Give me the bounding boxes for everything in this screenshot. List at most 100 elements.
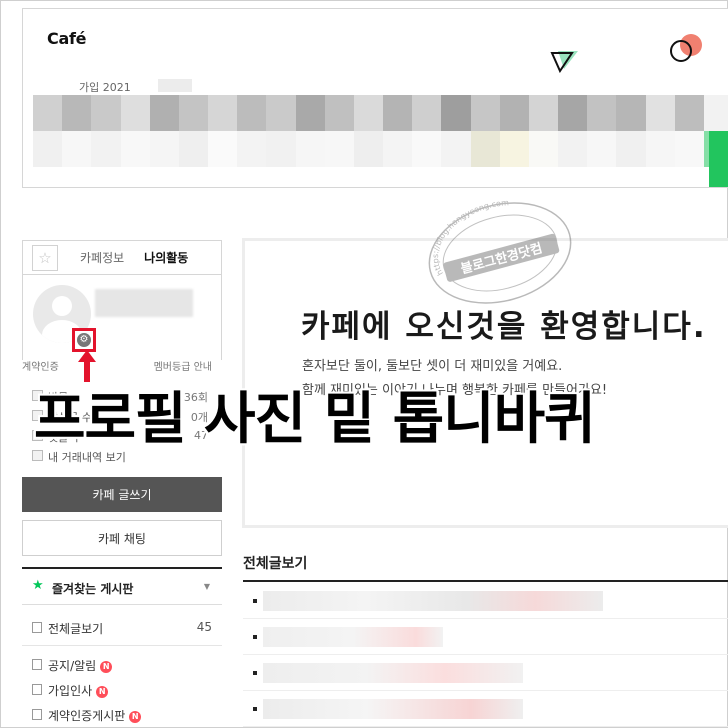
mosaic-cell — [674, 95, 704, 131]
mosaic-cell — [499, 131, 529, 167]
sidebar-tabs: ☆ 카페정보 나의활동 — [22, 240, 222, 275]
arrow-up-icon — [78, 350, 96, 382]
mosaic-cell — [178, 95, 209, 131]
mosaic-cell — [178, 131, 209, 167]
post-title-blurred — [263, 591, 603, 611]
mosaic-cell — [353, 95, 384, 131]
green-banner-block — [709, 131, 728, 187]
mosaic-cell — [33, 131, 63, 167]
mosaic-cell — [587, 95, 617, 131]
new-badge: N — [96, 685, 109, 698]
bullet — [253, 707, 257, 711]
mosaic-cell — [587, 131, 617, 167]
star-filled-icon: ★ — [32, 578, 44, 593]
mosaic-cell — [616, 95, 646, 131]
mosaic-cell — [645, 131, 675, 167]
mosaic-cell — [149, 95, 179, 131]
watermark-text: 블로그한경닷컴 — [459, 240, 544, 277]
profile-settings-highlight[interactable]: ⚙ — [72, 328, 96, 352]
post-title-blurred — [263, 663, 523, 683]
mosaic-cell — [528, 131, 559, 167]
mosaic-cell — [558, 95, 588, 131]
welcome-line-1: 혼자보단 둘이, 둘보단 셋이 더 재미있을 거예요. — [302, 359, 563, 374]
mosaic-cell — [149, 131, 179, 167]
mosaic-cell — [324, 95, 354, 131]
cafe-header: Café — [22, 8, 728, 188]
list-item[interactable] — [243, 655, 728, 691]
list-item[interactable] — [243, 619, 728, 655]
mosaic-cell — [441, 95, 471, 131]
mosaic-cell — [645, 95, 675, 131]
board-icon — [32, 684, 42, 695]
mosaic-cell — [674, 131, 704, 167]
board-icon — [32, 709, 42, 720]
mosaic-cell — [499, 95, 529, 131]
posts-divider — [243, 580, 728, 582]
member-grade-link[interactable]: 멤버등급 안내 — [154, 358, 212, 373]
tab-cafe-info[interactable]: 카페정보 — [80, 249, 124, 266]
mosaic-cell — [91, 131, 121, 167]
star-icon[interactable]: ☆ — [32, 244, 58, 271]
write-post-button[interactable]: 카페 글쓰기 — [22, 477, 222, 512]
mosaic-cell — [383, 95, 413, 131]
bullet — [253, 671, 257, 675]
list-item[interactable] — [243, 691, 728, 727]
circle-decoration-icon — [670, 34, 702, 62]
sidebar-item-greetings[interactable]: 가입인사 N — [22, 679, 222, 701]
mosaic-cell — [412, 131, 442, 167]
mosaic-cell — [324, 131, 354, 167]
mosaic-cell — [266, 95, 296, 131]
contract-verify-link[interactable]: 계약인증 — [22, 358, 59, 373]
profile-card — [22, 275, 222, 360]
sidebar: ☆ 카페정보 나의활동 — [22, 240, 222, 360]
blog-watermark: https://blog.hangyeong.com 블로그한경닷컴 — [420, 198, 572, 304]
mosaic-cell — [91, 95, 121, 131]
cafe-chat-button[interactable]: 카페 채팅 — [22, 520, 222, 556]
sidebar-item-notice[interactable]: 공지/알림 N — [22, 654, 222, 676]
mosaic-cell — [120, 131, 150, 167]
mosaic-cell — [353, 131, 384, 167]
mosaic-cell — [470, 131, 500, 167]
mosaic-cell — [266, 131, 296, 167]
gear-icon[interactable]: ⚙ — [77, 333, 91, 347]
board-icon — [32, 622, 42, 633]
list-item[interactable] — [243, 583, 728, 619]
mosaic-cell — [295, 131, 325, 167]
mosaic-cell — [208, 95, 238, 131]
mosaic-cell — [470, 95, 500, 131]
post-title-blurred — [263, 627, 443, 647]
mosaic-cell — [237, 95, 267, 131]
sidebar-item-all-posts[interactable]: 전체글보기 45 — [22, 617, 222, 639]
tab-my-activity[interactable]: 나의활동 — [144, 249, 188, 266]
blurred-banner — [33, 95, 728, 167]
mosaic-cell — [237, 131, 267, 167]
bullet — [253, 635, 257, 639]
mosaic-cell — [616, 131, 646, 167]
join-date-blurred — [158, 79, 192, 92]
favorite-boards-title: 즐겨찾는 게시판 — [52, 582, 134, 596]
bullet — [253, 599, 257, 603]
board-icon — [32, 659, 42, 670]
join-date: 가입 2021 — [79, 81, 131, 94]
favorite-boards-header[interactable]: ★ 즐겨찾는 게시판 ▼ — [22, 567, 222, 605]
mosaic-cell — [383, 131, 413, 167]
mosaic-cell — [441, 131, 471, 167]
mosaic-cell — [703, 95, 728, 131]
mosaic-cell — [33, 95, 63, 131]
mosaic-cell — [558, 131, 588, 167]
new-badge: N — [100, 660, 113, 673]
mosaic-cell — [528, 95, 559, 131]
mosaic-cell — [62, 131, 92, 167]
chevron-down-icon[interactable]: ▼ — [204, 582, 210, 591]
new-badge: N — [129, 710, 142, 723]
mosaic-cell — [295, 95, 325, 131]
overlay-caption: 프로필 사진 밑 톱니바퀴 — [34, 387, 596, 452]
sidebar-item-contract-board[interactable]: 계약인증게시판 N — [22, 704, 222, 726]
menu-divider — [22, 645, 222, 646]
mosaic-cell — [208, 131, 238, 167]
nickname-blurred — [95, 289, 193, 317]
all-posts-title[interactable]: 전체글보기 — [243, 553, 307, 573]
mosaic-cell — [412, 95, 442, 131]
mosaic-cell — [62, 95, 92, 131]
cafe-logo[interactable]: Café — [47, 29, 86, 48]
